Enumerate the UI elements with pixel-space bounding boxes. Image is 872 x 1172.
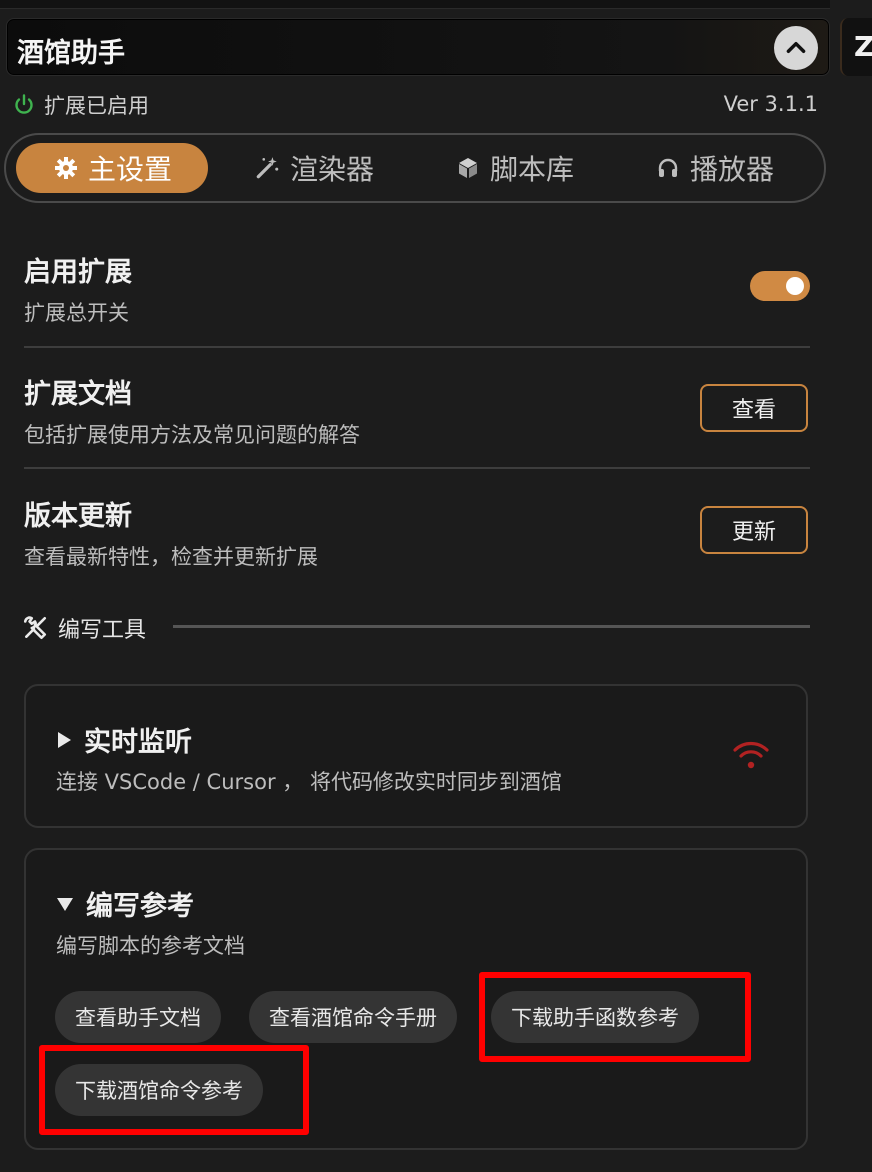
status-label: 扩展已启用 <box>44 94 149 118</box>
tab-label: 脚本库 <box>490 153 575 186</box>
card-description: 编写脚本的参考文档 <box>56 934 245 958</box>
tab-bar: 主设置 渲染器 脚本库 播放器 <box>4 133 826 203</box>
section-title: 编写工具 <box>58 618 147 643</box>
card-title: 实时监听 <box>84 727 192 758</box>
card-title-row[interactable]: 实时监听 <box>56 720 192 759</box>
tools-icon <box>23 616 47 640</box>
expand-triangle-icon <box>58 731 71 748</box>
wifi-disconnected-icon <box>733 742 769 769</box>
view-tavern-commands-button[interactable]: 查看酒馆命令手册 <box>249 991 457 1043</box>
tab-main-settings[interactable]: 主设置 <box>16 143 209 193</box>
top-strip <box>0 0 830 9</box>
setting-extension-docs: 扩展文档 包括扩展使用方法及常见问题的解答 <box>24 372 810 449</box>
toggle-knob <box>786 277 804 295</box>
chevron-up-icon <box>786 41 806 53</box>
tools-section-header: 编写工具 <box>22 612 146 644</box>
tab-label: 主设置 <box>88 153 173 186</box>
divider <box>24 346 810 348</box>
extension-title: 酒馆助手 <box>17 38 125 69</box>
setting-description: 包括扩展使用方法及常见问题的解答 <box>24 423 360 447</box>
divider <box>24 467 810 469</box>
highlight-box <box>39 1045 309 1135</box>
card-description: 连接 VSCode / Cursor ， 将代码修改实时同步到酒馆 <box>56 770 562 794</box>
magic-wand-icon <box>256 157 279 179</box>
next-panel-title: Ze <box>854 30 872 63</box>
view-docs-button[interactable]: 查看 <box>700 384 808 432</box>
extension-header[interactable]: 酒馆助手 <box>6 18 830 76</box>
collapse-button[interactable] <box>774 26 818 70</box>
highlight-box <box>479 972 751 1062</box>
setting-title: 启用扩展 <box>24 257 132 288</box>
power-icon <box>15 94 33 114</box>
tab-label: 播放器 <box>690 153 775 186</box>
setting-description: 查看最新特性，检查并更新扩展 <box>24 545 318 569</box>
setting-enable-extension: 启用扩展 扩展总开关 <box>24 250 810 327</box>
setting-version-update: 版本更新 查看最新特性，检查并更新扩展 <box>24 494 810 571</box>
tab-label: 渲染器 <box>290 153 375 186</box>
card-title: 编写参考 <box>86 891 194 922</box>
collapse-triangle-icon <box>57 897 73 911</box>
tab-player[interactable]: 播放器 <box>656 143 774 193</box>
view-helper-docs-button[interactable]: 查看助手文档 <box>55 991 221 1043</box>
cube-icon <box>459 158 477 178</box>
card-title-row[interactable]: 编写参考 <box>56 884 194 923</box>
setting-description: 扩展总开关 <box>24 301 129 325</box>
version-label: Ver 3.1.1 <box>723 92 818 116</box>
enable-extension-toggle[interactable] <box>750 271 810 301</box>
tab-script-library[interactable]: 脚本库 <box>456 143 574 193</box>
tab-renderer[interactable]: 渲染器 <box>254 143 374 193</box>
enabled-status: 扩展已启用 <box>12 90 149 120</box>
setting-title: 版本更新 <box>24 501 132 532</box>
card-live-listen[interactable]: 实时监听 连接 VSCode / Cursor ， 将代码修改实时同步到酒馆 <box>24 684 808 828</box>
setting-title: 扩展文档 <box>24 379 132 410</box>
section-divider-line <box>173 625 810 628</box>
next-panel-header[interactable]: Ze <box>840 18 872 76</box>
headphones-icon <box>658 158 678 177</box>
gear-icon <box>55 157 77 179</box>
update-button[interactable]: 更新 <box>700 506 808 554</box>
